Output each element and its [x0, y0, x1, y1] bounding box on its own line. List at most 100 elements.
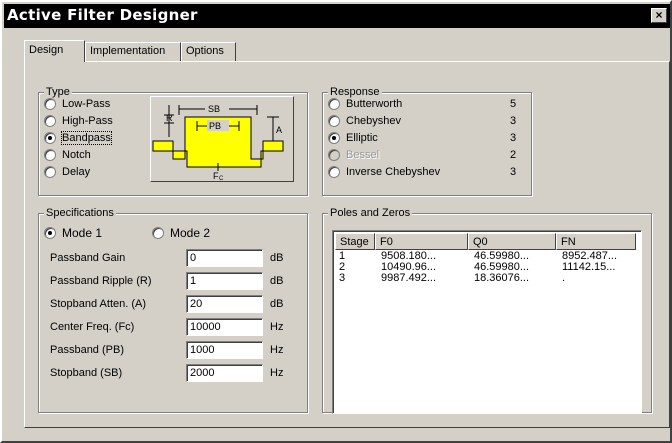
radio-indicator [328, 115, 340, 127]
column-header-fn[interactable]: FN [556, 233, 636, 250]
title-bar[interactable]: Active Filter Designer × [4, 4, 670, 28]
radio-indicator [44, 115, 56, 127]
stopband-atten-input[interactable] [186, 295, 263, 313]
sb-label: SB [208, 104, 220, 114]
filter-shape-diagram: R SB PB A F C [150, 96, 294, 182]
inverse-chebyshev-order: 3 [510, 166, 517, 178]
cell-fn: . [562, 273, 566, 284]
stopband-input[interactable] [186, 364, 263, 382]
column-header-q0[interactable]: Q0 [468, 233, 556, 250]
stopband-atten-label: Stopband Atten. (A) [50, 298, 147, 310]
radio-indicator [44, 98, 56, 110]
response-chebyshev-radio[interactable]: Chebyshev [328, 113, 401, 129]
elliptic-order: 3 [510, 132, 517, 144]
radio-label: Chebyshev [346, 115, 402, 127]
center-freq-label: Center Freq. (Fc) [50, 321, 135, 333]
radio-label: Butterworth [346, 98, 403, 110]
center-freq-unit: Hz [270, 321, 284, 333]
radio-label: Delay [62, 166, 91, 178]
passband-ripple-label: Passband Ripple (R) [50, 275, 152, 287]
cell-fn: 11142.15... [562, 262, 616, 273]
type-low-pass-radio[interactable]: Low-Pass [44, 96, 110, 112]
cell-q0: 46.59980... [474, 251, 530, 262]
radio-label: Bessel [346, 149, 380, 161]
app-window: Active Filter Designer × Design Implemen… [0, 0, 672, 443]
bandpass-response-graphic: R SB PB A F C [152, 103, 284, 181]
ripple-label: R [166, 113, 173, 123]
passband-label: Passband (PB) [50, 344, 124, 356]
tab-design-label: Design [29, 44, 64, 56]
cell-f0: 9508.180... [381, 251, 437, 262]
table-row[interactable]: 1 9508.180... 46.59980... 8952.487... [335, 251, 636, 262]
close-button[interactable]: × [651, 8, 667, 23]
table-header: Stage F0 Q0 FN [335, 233, 636, 250]
close-icon: × [655, 8, 663, 22]
mode-1-radio[interactable]: Mode 1 [44, 225, 102, 241]
window-title: Active Filter Designer [7, 6, 198, 24]
tab-options[interactable]: Options [181, 42, 236, 61]
radio-indicator [44, 132, 56, 144]
tab-implementation-label: Implementation [90, 45, 166, 57]
passband-ripple-unit: dB [270, 275, 284, 287]
radio-label: Inverse Chebyshev [346, 166, 441, 178]
poles-zeros-table[interactable]: Stage F0 Q0 FN 1 9508.180... 46.59980...… [332, 230, 642, 414]
radio-indicator [328, 149, 340, 161]
passband-gain-label: Passband Gain [50, 252, 126, 264]
column-header-f0[interactable]: F0 [375, 233, 468, 250]
radio-label: Bandpass [61, 131, 112, 145]
tab-design[interactable]: Design [24, 40, 85, 62]
cell-q0: 18.36076... [474, 273, 530, 284]
response-inverse-chebyshev-radio[interactable]: Inverse Chebyshev [328, 164, 440, 180]
stopband-unit: Hz [270, 367, 284, 379]
passband-gain-unit: dB [270, 252, 284, 264]
fc-subscript: C [219, 176, 224, 181]
cell-stage: 3 [339, 273, 346, 284]
radio-label: Low-Pass [62, 98, 111, 110]
cell-fn: 8952.487... [562, 251, 618, 262]
radio-label: High-Pass [62, 115, 113, 127]
poles-zeros-group: Poles and Zeros Stage F0 Q0 FN 1 9508.18… [322, 207, 652, 414]
radio-label: Mode 1 [62, 226, 103, 240]
center-freq-input[interactable] [186, 318, 263, 336]
mode-2-radio[interactable]: Mode 2 [152, 225, 210, 241]
cell-f0: 10490.96... [381, 262, 437, 273]
passband-ripple-input[interactable] [186, 272, 263, 290]
specifications-group: Specifications [38, 207, 308, 413]
radio-label: Elliptic [346, 132, 378, 144]
stopband-label: Stopband (SB) [50, 367, 123, 379]
cell-f0: 9987.492... [381, 273, 437, 284]
radio-indicator [44, 149, 56, 161]
type-bandpass-radio[interactable]: Bandpass [44, 130, 112, 146]
radio-label: Notch [62, 149, 91, 161]
cell-stage: 1 [339, 251, 346, 262]
passband-unit: Hz [270, 344, 284, 356]
radio-indicator [44, 227, 56, 239]
chebyshev-order: 3 [510, 115, 517, 127]
type-delay-radio[interactable]: Delay [44, 164, 90, 180]
atten-label: A [276, 125, 282, 135]
radio-indicator [328, 132, 340, 144]
pb-label: PB [209, 121, 221, 131]
response-elliptic-radio[interactable]: Elliptic [328, 130, 378, 146]
tab-options-label: Options [186, 45, 224, 57]
radio-indicator [328, 166, 340, 178]
cell-stage: 2 [339, 262, 346, 273]
passband-gain-input[interactable] [186, 249, 263, 267]
radio-indicator [44, 166, 56, 178]
bessel-order: 2 [510, 149, 517, 161]
specifications-group-title: Specifications [44, 207, 116, 219]
passband-input[interactable] [186, 341, 263, 359]
butterworth-order: 5 [510, 98, 517, 110]
table-row[interactable]: 3 9987.492... 18.36076... . [335, 273, 636, 284]
type-notch-radio[interactable]: Notch [44, 147, 91, 163]
cell-q0: 46.59980... [474, 262, 530, 273]
column-header-stage[interactable]: Stage [335, 233, 375, 250]
stopband-atten-unit: dB [270, 298, 284, 310]
table-row[interactable]: 2 10490.96... 46.59980... 11142.15... [335, 262, 636, 273]
type-high-pass-radio[interactable]: High-Pass [44, 113, 113, 129]
tab-implementation[interactable]: Implementation [85, 42, 181, 61]
response-bessel-radio: Bessel [328, 147, 379, 163]
response-butterworth-radio[interactable]: Butterworth [328, 96, 402, 112]
poles-zeros-group-title: Poles and Zeros [328, 207, 413, 219]
radio-label: Mode 2 [170, 226, 211, 240]
